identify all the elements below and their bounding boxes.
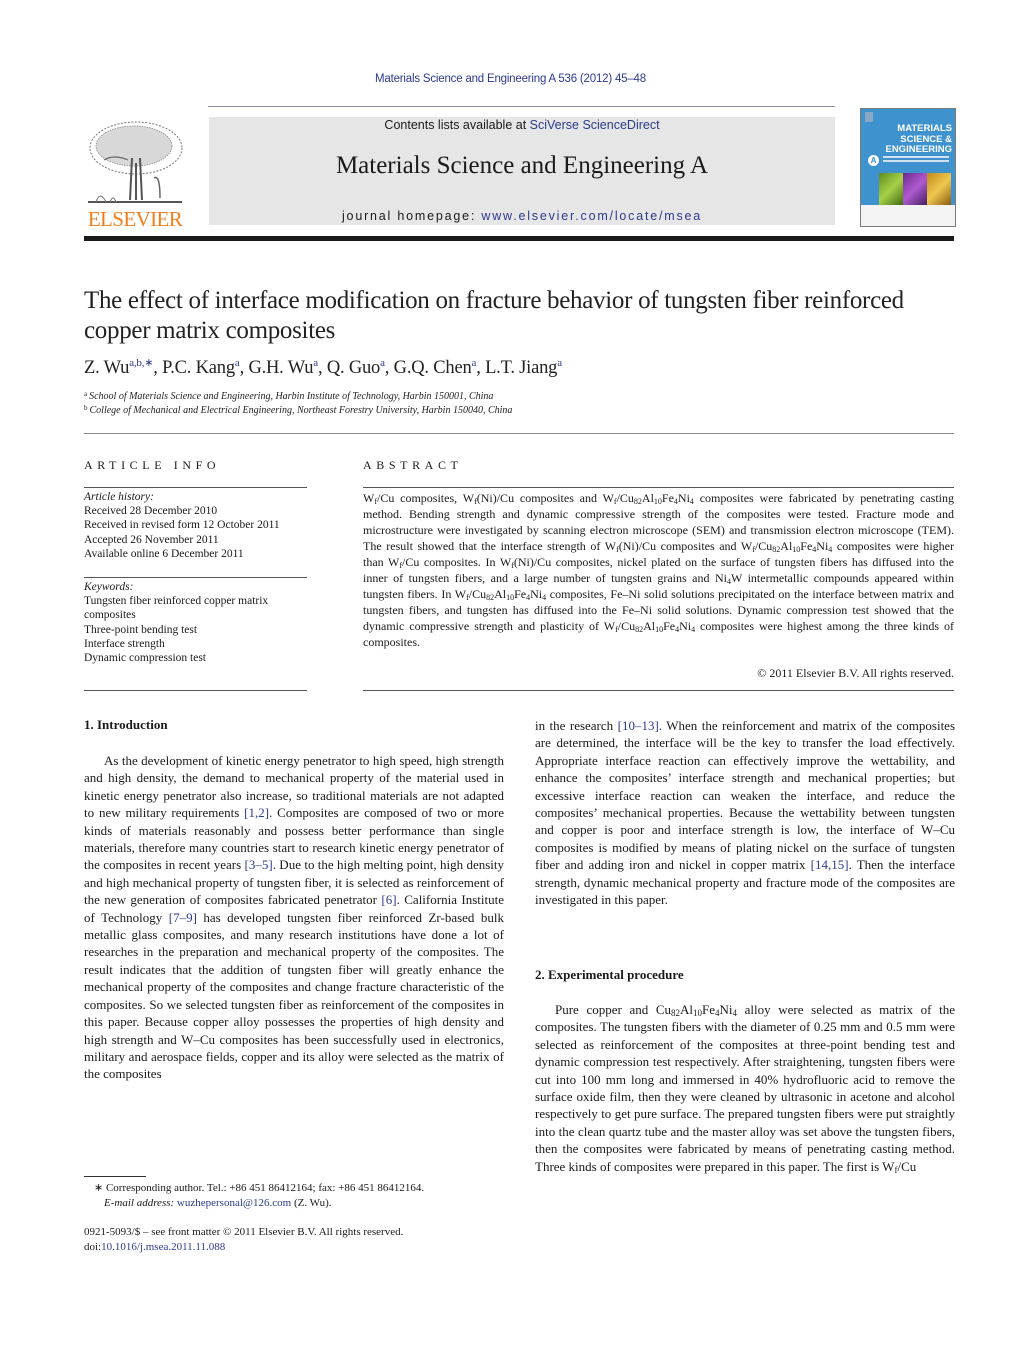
author: L.T. Jianga <box>485 357 562 378</box>
keywords-label: Keywords: <box>84 581 134 593</box>
affiliation-b: b College of Mechanical and Electrical En… <box>84 404 954 416</box>
divider <box>84 577 307 578</box>
author: G.Q. Chena <box>393 357 477 378</box>
front-matter: 0921-5093/$ – see front matter © 2011 El… <box>84 1225 504 1255</box>
affiliation-key: a <box>84 390 88 398</box>
email-line: E-mail address: wuzhepersonal@126.com (Z… <box>94 1196 514 1211</box>
footnote-rule <box>84 1176 146 1177</box>
history-item: Available online 6 December 2011 <box>84 547 244 560</box>
author-affiliation-marker[interactable]: a <box>313 357 318 369</box>
affiliation-a: a School of Materials Science and Enginee… <box>84 390 954 402</box>
email-suffix: (Z. Wu). <box>291 1197 332 1209</box>
header-rule <box>208 106 835 107</box>
keyword-item: Tungsten fiber reinforced copper matrix … <box>84 595 269 622</box>
article-title: The effect of interface modification on … <box>84 287 904 344</box>
elsevier-wordmark: ELSEVIER <box>87 207 183 231</box>
cover-title-line: MATERIALS <box>897 123 952 134</box>
keyword-item: Dynamic compression test <box>84 652 207 665</box>
journal-citation[interactable]: Materials Science and Engineering A 536 … <box>0 73 1021 85</box>
history-item: Accepted 26 November 2011 <box>84 533 219 546</box>
author: Q. Guoa <box>326 357 385 378</box>
divider <box>363 690 954 691</box>
section-heading-introduction: 1. Introduction <box>84 717 168 732</box>
contents-prefix: Contents lists available at <box>384 118 530 132</box>
corresponding-author-footnote: ∗ Corresponding author. Tel.: +86 451 86… <box>94 1181 514 1211</box>
author-affiliation-marker[interactable]: a <box>472 357 477 369</box>
corresponding-author-text: ∗ Corresponding author. Tel.: +86 451 86… <box>94 1182 425 1194</box>
affiliation-text: School of Materials Science and Engineer… <box>89 391 494 402</box>
author-affiliation-marker[interactable]: a <box>380 357 385 369</box>
divider <box>363 487 954 488</box>
front-matter-text: 0921-5093/$ – see front matter © 2011 El… <box>84 1226 404 1238</box>
cover-image-gold <box>927 173 951 205</box>
history-item: Received in revised form 12 October 2011 <box>84 519 280 532</box>
contents-availability: Contents lists available at SciVerse Sci… <box>209 118 835 132</box>
journal-cover-thumbnail[interactable]: MATERIALS SCIENCE & ENGINEERING A <box>860 108 956 227</box>
affiliation-text: College of Mechanical and Electrical Eng… <box>89 405 513 416</box>
author-list: Z. Wua,b,∗, P.C. Kanga, G.H. Wua, Q. Guo… <box>84 357 562 378</box>
keyword-item: Three-point bending test <box>84 623 198 636</box>
author: G.H. Wua <box>248 357 318 378</box>
experimental-text: Pure copper and Cu82Al10Fe4Ni4 alloy wer… <box>535 1002 956 1175</box>
cover-footer <box>861 205 955 226</box>
author: P.C. Kanga <box>162 357 240 378</box>
cover-subtitle-lines <box>883 156 949 158</box>
email-link[interactable]: wuzhepersonal@126.com <box>177 1197 291 1209</box>
email-label: E-mail address: <box>104 1197 175 1209</box>
homepage-prefix: journal homepage: <box>341 209 482 223</box>
doi-link[interactable]: 10.1016/j.msea.2011.11.088 <box>101 1241 225 1253</box>
cover-title-line: ENGINEERING <box>885 144 952 155</box>
cover-image-purple <box>903 173 927 205</box>
keywords: Keywords: Tungsten fiber reinforced copp… <box>84 580 309 665</box>
abstract-copyright: © 2011 Elsevier B.V. All rights reserved… <box>757 666 954 680</box>
sciencedirect-link[interactable]: SciVerse ScienceDirect <box>530 118 660 132</box>
cover-elsevier-icon <box>865 112 873 122</box>
article-info-heading: ARTICLE INFO <box>84 458 221 472</box>
keyword-item: Interface strength <box>84 637 165 650</box>
introduction-text: As the development of kinetic energy pen… <box>84 753 505 1082</box>
homepage-link[interactable]: www.elsevier.com/locate/msea <box>481 209 702 223</box>
divider <box>84 487 307 488</box>
section-heading-experimental: 2. Experimental procedure <box>535 967 684 982</box>
divider <box>84 690 307 691</box>
author: Z. Wua,b,∗ <box>84 357 154 378</box>
header-thick-rule <box>84 236 954 241</box>
cover-badge: A <box>868 155 879 166</box>
author-affiliation-marker[interactable]: a <box>557 357 562 369</box>
doi-line: doi:10.1016/j.msea.2011.11.088 <box>84 1240 504 1255</box>
abstract-heading: ABSTRACT <box>363 458 463 472</box>
tree-icon <box>88 121 183 203</box>
affiliation-key: b <box>84 404 88 412</box>
cover-title: MATERIALS SCIENCE & ENGINEERING <box>864 123 952 156</box>
article-history: Article history: Received 28 December 20… <box>84 490 309 561</box>
doi-prefix: doi: <box>84 1241 102 1253</box>
author-affiliation-marker[interactable]: a <box>235 357 240 369</box>
author-affiliation-marker[interactable]: a,b,∗ <box>129 357 153 369</box>
divider <box>84 433 954 434</box>
journal-homepage: journal homepage: www.elsevier.com/locat… <box>209 209 835 223</box>
cover-image-green <box>879 173 903 205</box>
history-item: Received 28 December 2010 <box>84 505 218 518</box>
history-label: Article history: <box>84 491 154 503</box>
introduction-text-continued: in the research [10–13]. When the reinfo… <box>535 718 956 908</box>
journal-name: Materials Science and Engineering A <box>335 152 709 179</box>
abstract-body: Wf/Cu composites, Wf(Ni)/Cu composites a… <box>363 491 955 649</box>
